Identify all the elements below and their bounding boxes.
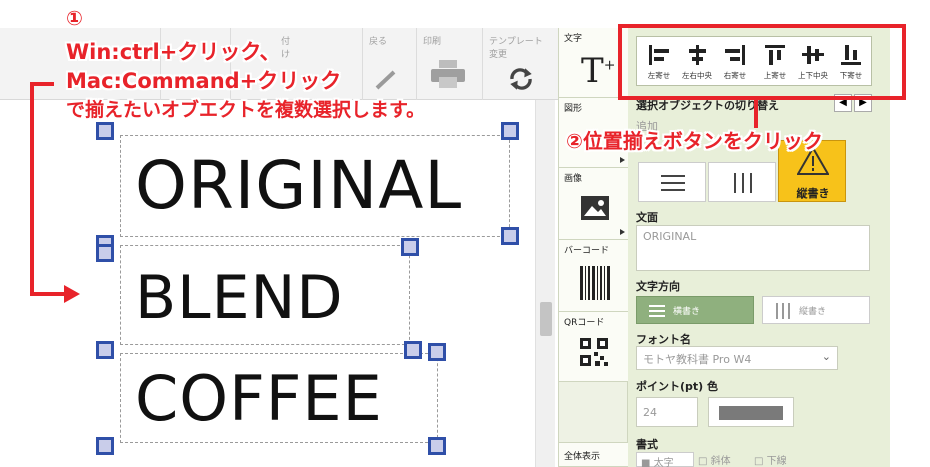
color-swatch [719, 406, 783, 420]
selection-handle[interactable] [96, 244, 114, 262]
step1-line3: で揃えたいオブエクトを複数選択します。 [66, 99, 426, 121]
direction-horizontal-label: 横書き [673, 307, 701, 317]
print-button[interactable]: 印刷 [416, 28, 482, 100]
bold-checkbox[interactable]: ■ 太字 [636, 452, 694, 467]
fullview-button[interactable]: 全体表示 [559, 442, 629, 467]
step2-text: ②位置揃えボタンをクリック [566, 129, 823, 153]
printer-icon [431, 60, 465, 88]
direction-vertical-label: 縦書き [799, 307, 827, 317]
text-object-blend[interactable]: BLEND [120, 245, 410, 345]
text-align-left-button[interactable] [638, 162, 706, 202]
canvas-scrollbar[interactable] [535, 100, 555, 467]
tool-image[interactable]: 画像 [559, 168, 629, 240]
selection-handle[interactable] [96, 122, 114, 140]
font-label: フォント名 [636, 333, 691, 346]
step1-line1: Win:ctrl+クリック、 [66, 40, 281, 64]
submenu-arrow-icon [620, 157, 625, 163]
tool-shape-label: 図形 [564, 104, 583, 114]
font-select-value: モトヤ教科書 Pro W4 [643, 353, 752, 366]
tool-qrcode[interactable]: QRコード [559, 312, 629, 382]
selection-handle[interactable] [501, 227, 519, 245]
text-original: ORIGINAL [135, 147, 463, 224]
style-label: 書式 [636, 438, 658, 451]
annotation-highlight-box [618, 24, 906, 100]
qrcode-icon [580, 338, 608, 366]
text-align-vertical-button[interactable] [708, 162, 776, 202]
direction-label: 文字方向 [636, 280, 680, 293]
annotation-connector [754, 98, 758, 128]
font-select[interactable]: モトヤ教科書 Pro W4 ⌄ [636, 346, 838, 370]
vertical-writing-label: 縦書き [796, 187, 830, 200]
design-canvas[interactable]: ORIGINAL BLEND COFFEE [0, 100, 535, 467]
scrollbar-thumb[interactable] [540, 302, 552, 336]
template-label-2: 変更 [489, 50, 508, 60]
italic-checkbox[interactable]: □ 斜体 [698, 452, 756, 467]
chevron-down-icon: ⌄ [821, 350, 831, 363]
step1-number: ① [66, 6, 83, 30]
annotation-arrow-line [30, 292, 66, 296]
print-label: 印刷 [423, 37, 442, 47]
image-icon [581, 196, 609, 220]
direction-horizontal-button[interactable]: 横書き [636, 296, 754, 324]
horizontal-lines-icon [649, 305, 665, 317]
point-color-label: ポイント(pt) 色 [636, 380, 719, 393]
body-textarea[interactable]: ORIGINAL [636, 225, 870, 271]
fullview-label: 全体表示 [564, 452, 601, 462]
selection-handle[interactable] [428, 437, 446, 455]
underline-label: 下線 [766, 456, 787, 467]
step1-line2: Mac:Command+クリック [66, 69, 342, 93]
text-t-icon: T+ [581, 51, 616, 91]
text-object-coffee[interactable]: COFFEE [120, 353, 438, 443]
selection-handle[interactable] [501, 122, 519, 140]
redo-arrow-icon [375, 70, 396, 90]
tool-qrcode-label: QRコード [564, 318, 605, 328]
template-label-1: テンプレート [489, 37, 543, 47]
barcode-icon [580, 266, 610, 300]
vertical-lines-icon [776, 303, 790, 319]
underline-checkbox[interactable]: □ 下線 [754, 452, 812, 467]
point-input[interactable]: 24 [636, 397, 698, 427]
selection-handle[interactable] [404, 341, 422, 359]
text-object-original[interactable]: ORIGINAL [120, 135, 510, 237]
selection-handle[interactable] [96, 437, 114, 455]
bold-label: 太字 [653, 458, 674, 467]
tool-text-label: 文字 [564, 34, 583, 44]
selection-handle[interactable] [401, 238, 419, 256]
italic-label: 斜体 [710, 456, 731, 467]
vertical-lines-icon [734, 173, 752, 193]
submenu-arrow-icon [620, 229, 625, 235]
template-change-button[interactable]: テンプレート 変更 [482, 28, 558, 100]
text-coffee: COFFEE [135, 362, 383, 435]
refresh-icon [510, 68, 532, 90]
color-picker[interactable] [708, 397, 794, 427]
selection-handle[interactable] [428, 343, 446, 361]
tool-barcode-label: バーコード [564, 246, 610, 256]
lines-icon [661, 175, 685, 191]
text-blend: BLEND [135, 263, 344, 333]
tool-barcode[interactable]: バーコード [559, 240, 629, 312]
selection-handle[interactable] [96, 341, 114, 359]
tool-image-label: 画像 [564, 174, 583, 184]
arrow-head-icon [64, 285, 80, 303]
annotation-arrow-line [30, 82, 34, 296]
direction-vertical-button[interactable]: 縦書き [762, 296, 870, 324]
body-label: 文面 [636, 211, 658, 224]
undo-label: 戻る [369, 37, 388, 47]
